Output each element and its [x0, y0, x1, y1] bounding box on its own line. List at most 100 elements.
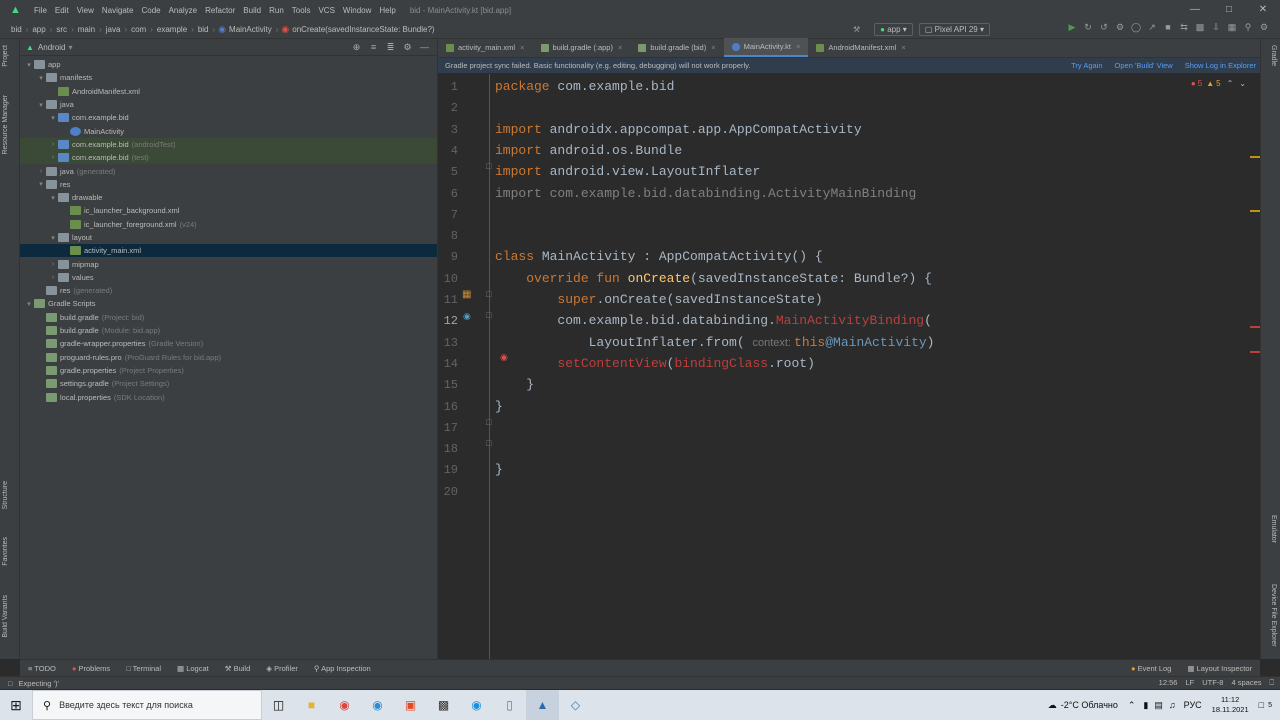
avd-manager-icon[interactable]: ▩	[1192, 22, 1208, 33]
terminal-tab[interactable]: □ Terminal	[118, 664, 169, 673]
file-explorer-icon[interactable]: ■	[295, 690, 328, 720]
edge-icon[interactable]: ◉	[361, 690, 394, 720]
tree-item[interactable]: ic_launcher_foreground.xml (v24)	[20, 218, 437, 231]
tree-item[interactable]: res (generated)	[20, 284, 437, 297]
chevron-down-icon[interactable]: ▾	[24, 61, 34, 69]
chevron-down-icon[interactable]: ▾	[36, 101, 46, 109]
apply-changes-icon[interactable]: ↺	[1096, 22, 1112, 33]
close-tab-icon[interactable]: ×	[711, 43, 715, 52]
tray-chevron-icon[interactable]: ⌃	[1128, 700, 1136, 711]
tree-item[interactable]: ▾ java	[20, 98, 437, 111]
todo-tab[interactable]: ≡ TODO	[20, 664, 64, 673]
chevron-down-icon[interactable]: ▾	[24, 300, 34, 308]
caret-position[interactable]: 12:56	[1159, 678, 1178, 688]
warning-stripe-marker[interactable]	[1250, 210, 1260, 212]
fold-class-end-icon[interactable]: □	[486, 438, 491, 448]
editor-tab[interactable]: MainActivity.kt ×	[723, 38, 809, 57]
search-icon[interactable]: ⚲	[1240, 22, 1256, 33]
sync-icon[interactable]: ⇆	[1176, 22, 1192, 33]
notepad-icon[interactable]: ▯	[493, 690, 526, 720]
tree-item[interactable]: › com.example.bid (androidTest)	[20, 137, 437, 152]
menu-code[interactable]: Code	[137, 6, 164, 15]
tool-tab-resource-manager[interactable]: Resource Manager	[2, 95, 9, 155]
maximize-icon[interactable]: □	[1212, 0, 1246, 20]
close-tab-icon[interactable]: ×	[901, 43, 905, 52]
menu-edit[interactable]: Edit	[51, 6, 73, 15]
override-icon[interactable]: ◉	[463, 311, 471, 322]
breadcrumb-com[interactable]: com	[128, 25, 149, 34]
close-tab-icon[interactable]: ×	[520, 43, 524, 52]
breadcrumb-bid-package[interactable]: bid	[195, 25, 212, 34]
code-area[interactable]: package com.example.bid import androidx.a…	[495, 74, 1255, 659]
app-inspection-tab[interactable]: ⚲ App Inspection	[306, 664, 379, 673]
input-language[interactable]: РУС	[1184, 700, 1202, 710]
menu-build[interactable]: Build	[239, 6, 265, 15]
tree-item[interactable]: › values	[20, 271, 437, 284]
tree-item[interactable]: build.gradle (Project: bid)	[20, 311, 437, 324]
chevron-right-icon[interactable]: ›	[36, 168, 46, 175]
windows-start-icon[interactable]: ⊞	[0, 697, 32, 714]
hammer-icon[interactable]: ⚒	[853, 25, 860, 34]
event-log-tab[interactable]: ● Event Log	[1123, 664, 1179, 673]
tree-item[interactable]: MainActivity	[20, 124, 437, 137]
profile-icon[interactable]: ◯	[1128, 22, 1144, 33]
chevron-down-icon[interactable]: ▾	[48, 234, 58, 242]
notifications-icon[interactable]: □	[1259, 700, 1264, 710]
sdk-manager-icon[interactable]: ⇩	[1208, 22, 1224, 33]
expand-all-icon[interactable]: ≡	[365, 42, 382, 53]
problems-tab[interactable]: ● Problems	[64, 664, 118, 673]
tree-item[interactable]: ▾ res	[20, 178, 437, 191]
python-taskbar-icon[interactable]: ◇	[559, 690, 592, 720]
tree-item[interactable]: ▾ drawable	[20, 191, 437, 204]
tree-item[interactable]: ▾ manifests	[20, 71, 437, 84]
tree-item[interactable]: ▾ app	[20, 58, 437, 71]
menu-file[interactable]: File	[30, 6, 51, 15]
editor-tab[interactable]: activity_main.xml ×	[438, 38, 533, 57]
tree-item[interactable]: ▾ com.example.bid	[20, 111, 437, 124]
stop-icon[interactable]: ■	[1160, 22, 1176, 33]
close-tab-icon[interactable]: ×	[618, 43, 622, 52]
menu-help[interactable]: Help	[375, 6, 399, 15]
device-dropdown[interactable]: ▢ Pixel API 29 ▾	[918, 22, 990, 36]
class-run-icon[interactable]: ▦	[462, 289, 471, 300]
menu-vcs[interactable]: VCS	[314, 6, 338, 15]
tool-tab-build-variants[interactable]: Build Variants	[2, 595, 9, 638]
tree-item[interactable]: activity_main.xml	[20, 244, 437, 258]
tool-tab-project[interactable]: Project	[2, 45, 9, 67]
open-build-view-link[interactable]: Open 'Build' View	[1115, 61, 1173, 70]
tree-item[interactable]: AndroidManifest.xml	[20, 85, 437, 98]
skype-icon[interactable]: ◉	[460, 690, 493, 720]
chevron-right-icon[interactable]: ›	[48, 141, 58, 148]
chevron-down-icon[interactable]: ▾	[48, 114, 58, 122]
tree-item[interactable]: gradle-wrapper.properties (Gradle Version…	[20, 337, 437, 350]
indent-setting[interactable]: 4 spaces	[1231, 678, 1261, 688]
breadcrumb-example[interactable]: example	[154, 25, 190, 34]
editor-tab[interactable]: build.gradle (bid) ×	[630, 38, 723, 57]
network-icon[interactable]: ▤	[1154, 700, 1163, 711]
menu-analyze[interactable]: Analyze	[165, 6, 201, 15]
menu-run[interactable]: Run	[265, 6, 288, 15]
fold-class-icon[interactable]: □	[486, 289, 491, 299]
build-tab[interactable]: ⚒ Build	[217, 664, 259, 673]
chevron-down-icon[interactable]: ▾	[36, 180, 46, 188]
breadcrumb-bid[interactable]: bid	[8, 25, 25, 34]
task-view-icon[interactable]: ◫	[262, 690, 295, 720]
breadcrumb-oncreate[interactable]: onCreate(savedInstanceState: Bundle?)	[289, 25, 437, 34]
chevron-down-icon[interactable]: ▾	[48, 194, 58, 202]
gear-icon[interactable]: ⚙	[399, 42, 416, 53]
fold-function-icon[interactable]: □	[486, 310, 491, 320]
menu-view[interactable]: View	[73, 6, 98, 15]
warning-stripe-marker[interactable]	[1250, 156, 1260, 158]
profiler-tab[interactable]: ◈ Profiler	[258, 664, 306, 673]
settings-icon[interactable]: ⚙	[1256, 22, 1272, 33]
office-icon[interactable]: ▣	[394, 690, 427, 720]
volume-icon[interactable]: ♫	[1169, 700, 1176, 710]
breadcrumb-java[interactable]: java	[103, 25, 124, 34]
logcat-tab[interactable]: ▦ Logcat	[169, 664, 217, 673]
lock-icon[interactable]: ⎕	[1270, 678, 1275, 688]
tree-item[interactable]: settings.gradle (Project Settings)	[20, 377, 437, 390]
show-log-link[interactable]: Show Log in Explorer	[1185, 61, 1256, 70]
menu-tools[interactable]: Tools	[288, 6, 315, 15]
tree-item[interactable]: › java (generated)	[20, 164, 437, 177]
tool-tab-device-file-explorer[interactable]: Device File Explorer	[1270, 584, 1277, 647]
